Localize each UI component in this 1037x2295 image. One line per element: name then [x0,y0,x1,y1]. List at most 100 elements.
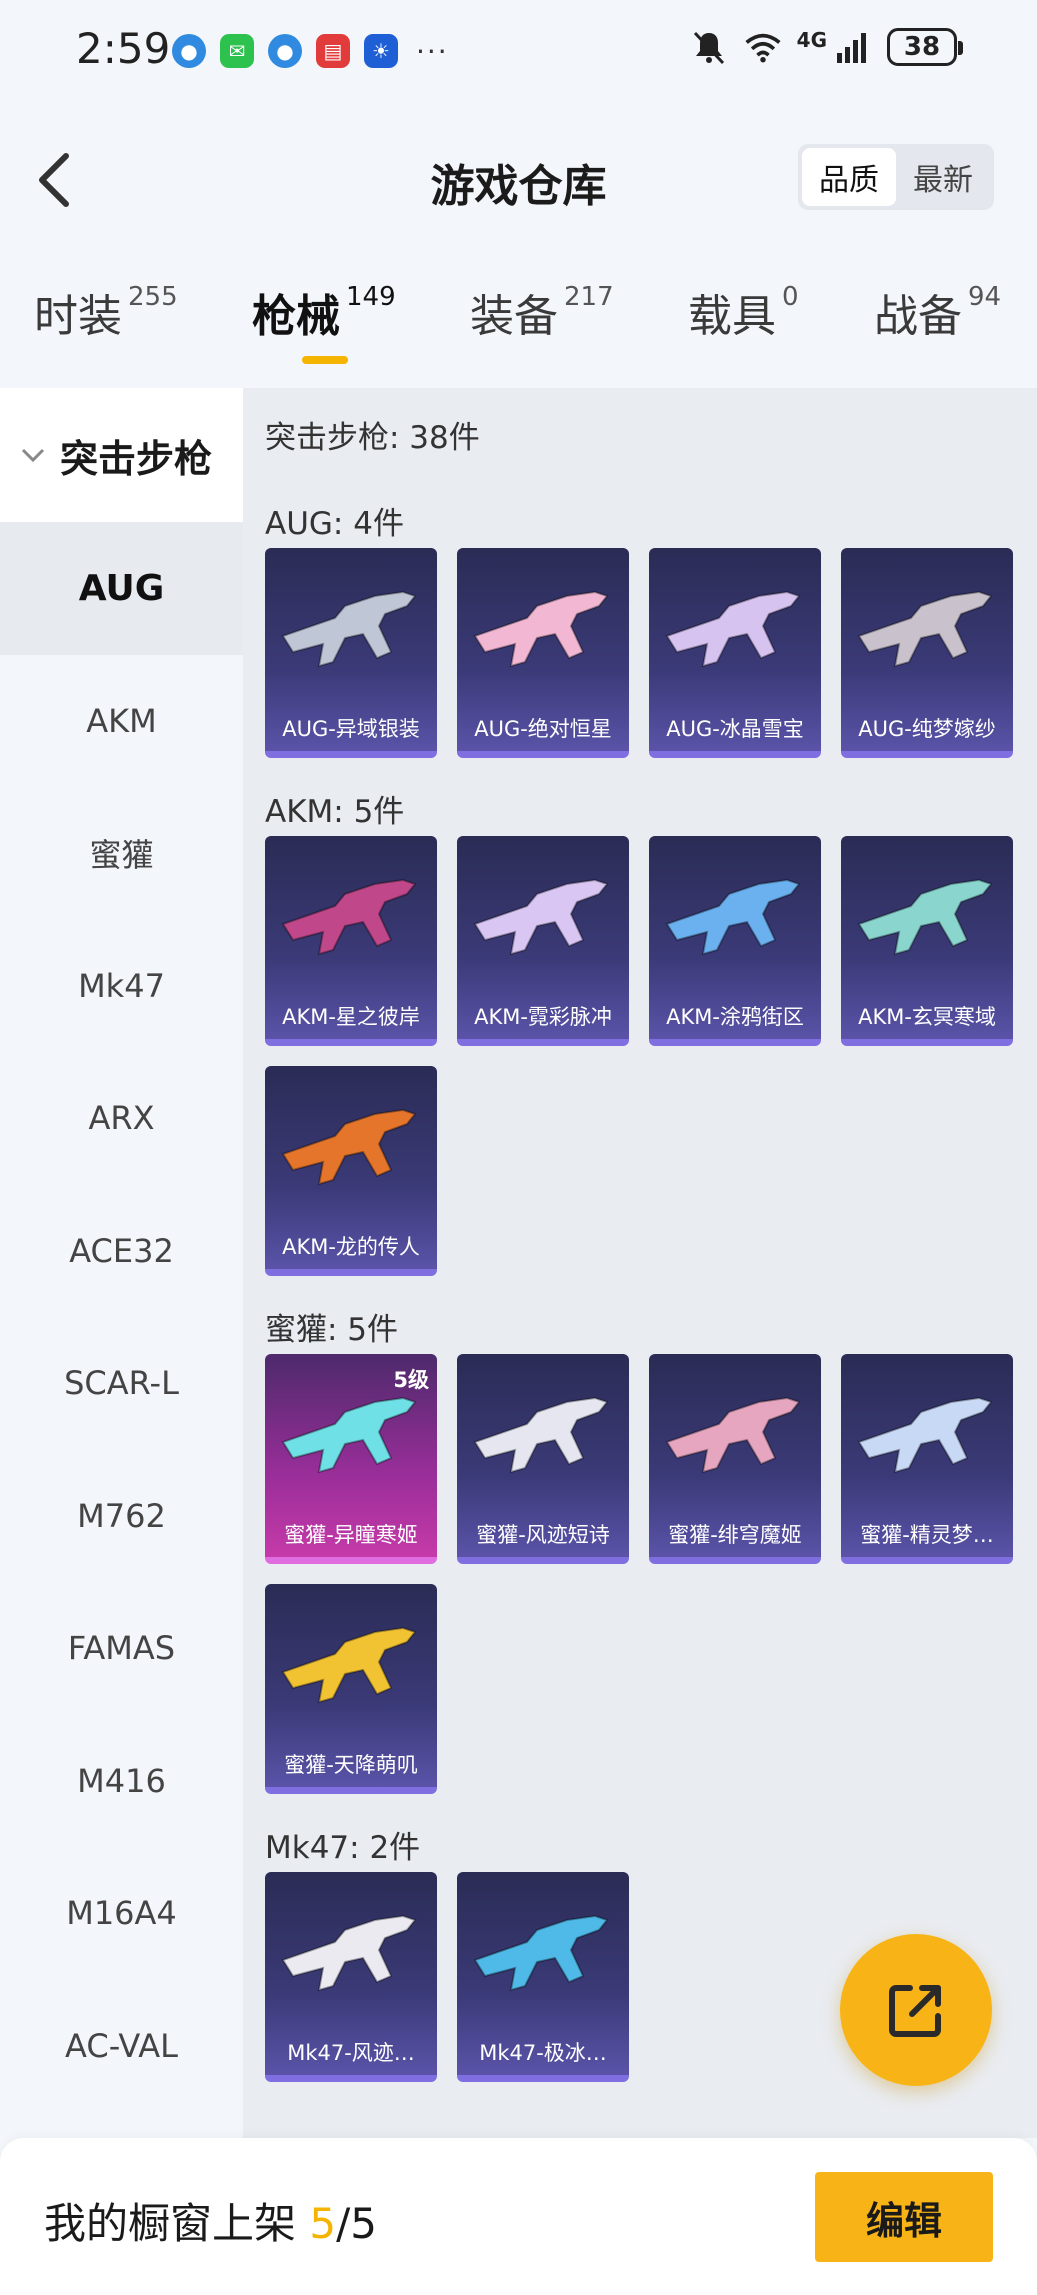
weapon-skin-card[interactable]: Mk47-风迹… [265,1872,437,2082]
active-tab-indicator [302,356,348,364]
browser-icon: ● [172,34,206,68]
weapon-skin-card[interactable]: AUG-异域银装 [265,548,437,758]
group-heading: 蜜獾: 5件 [265,1312,399,1348]
rifle-icon [473,1914,609,1992]
weapon-skin-card[interactable]: AKM-涂鸦街区 [649,836,821,1046]
weapon-sidebar: 突击步枪 AUG AKM 蜜獾 Mk47 ARX ACE32 SCAR-L M7… [0,388,243,2138]
category-total: 突击步枪: 38件 [265,420,480,456]
weapon-skin-card[interactable]: Mk47-极冰… [457,1872,629,2082]
rifle-icon [665,1396,801,1474]
sidebar-item-m762[interactable]: M762 [0,1450,243,1583]
tab-vehicles[interactable]: 载具 0 [688,280,799,370]
weapon-content: 突击步枪: 38件 AUG: 4件 AUG-异域银装 AUG-绝对恒星 AUG-冰晶雪… [243,388,1037,2138]
item-grid: 5级 蜜獾-异瞳寒姬 蜜獾-风迹短诗 蜜獾-绯穹魔姬 蜜獾-精灵梦… 蜜獾-天降萌叽 [265,1354,1037,1794]
skin-name: AUG-纯梦嫁纱 [858,717,996,741]
sidebar-item-ace32[interactable]: ACE32 [0,1185,243,1318]
edit-button[interactable]: 编辑 [815,2172,993,2262]
rifle-icon [473,590,609,668]
signal-icon [837,33,866,63]
skin-name: AUG-冰晶雪宝 [666,717,804,741]
weapon-skin-card[interactable]: AKM-星之彼岸 [265,836,437,1046]
sort-toggle: 品质 最新 [798,144,994,210]
rifle-icon [281,1914,417,1992]
share-fab-button[interactable] [840,1934,992,2086]
level-badge: 5级 [393,1368,429,1392]
sidebar-item-ac-val[interactable]: AC-VAL [0,1980,243,2113]
tab-label: 时装 [34,291,122,342]
page-header: 游戏仓库 品质 最新 [0,130,1037,230]
showcase-status: 我的橱窗上架 5/5 [44,2190,377,2251]
skin-name: AUG-绝对恒星 [474,717,612,741]
tab-label: 战备 [874,291,962,342]
skin-name: AKM-涂鸦街区 [666,1005,804,1029]
sidebar-item-m416[interactable]: M416 [0,1715,243,1848]
group-heading: AUG: 4件 [265,506,404,542]
sidebar-item-m16a4[interactable]: M16A4 [0,1847,243,1980]
battery-indicator: 38 [887,28,963,66]
sidebar-item-honey-badger[interactable]: 蜜獾 [0,787,243,920]
tab-label: 装备 [470,291,558,342]
network-type: 4G [796,28,827,52]
skin-name: AKM-霓彩脉冲 [474,1005,612,1029]
group-heading: AKM: 5件 [265,794,405,830]
sidebar-item-arx[interactable]: ARX [0,1052,243,1185]
chevron-down-icon [21,448,45,463]
showcase-current-count: 5 [309,2199,337,2248]
system-status-icons: 4G 38 [689,28,963,66]
sort-option-quality[interactable]: 品质 [802,148,896,206]
weapon-skin-card[interactable]: 蜜獾-精灵梦… [841,1354,1013,1564]
tab-count: 94 [968,282,1002,312]
category-tabs: 时装 255 枪械 149 装备 217 载具 0 战备 94 [0,280,1037,380]
tab-equipment[interactable]: 装备 217 [470,280,614,370]
skin-name: 蜜獾-精灵梦… [860,1523,994,1547]
skin-name: 蜜獾-绯穹魔姬 [668,1523,802,1547]
skin-name: Mk47-极冰… [479,2041,607,2065]
rifle-icon [281,1108,417,1186]
tab-count: 0 [782,282,799,312]
notification-icons: ● ✉ ● ▤ ☀ ··· [172,34,449,68]
group-heading: Mk47: 2件 [265,1830,421,1866]
showcase-label: 我的橱窗上架 [44,2199,310,2248]
skin-name: Mk47-风迹… [287,2041,415,2065]
weapon-skin-card[interactable]: AUG-冰晶雪宝 [649,548,821,758]
tab-label: 枪械 [252,291,340,342]
sidebar-group-label: 突击步枪 [60,436,213,481]
rifle-icon [281,1626,417,1704]
tab-count: 217 [564,282,614,312]
sidebar-item-aug[interactable]: AUG [0,522,243,655]
sidebar-item-famas[interactable]: FAMAS [0,1582,243,1715]
item-grid: AKM-星之彼岸 AKM-霓彩脉冲 AKM-涂鸦街区 AKM-玄冥寒域 AKM-龙的传人 [265,836,1037,1276]
skin-name: 蜜獾-风迹短诗 [476,1523,610,1547]
sidebar-item-scar-l[interactable]: SCAR-L [0,1317,243,1450]
wechat-icon: ✉ [220,34,254,68]
weapon-skin-card[interactable]: 5级蜜獾-异瞳寒姬 [265,1354,437,1564]
tab-fashion[interactable]: 时装 255 [34,280,178,370]
rifle-icon [857,878,993,956]
weapon-skin-card[interactable]: AUG-纯梦嫁纱 [841,548,1013,758]
rifle-icon [857,1396,993,1474]
sidebar-item-akm[interactable]: AKM [0,655,243,788]
wifi-icon [745,33,781,63]
weapon-skin-card[interactable]: 蜜獾-风迹短诗 [457,1354,629,1564]
skin-name: AKM-星之彼岸 [282,1005,420,1029]
weapon-skin-card[interactable]: AKM-玄冥寒域 [841,836,1013,1046]
tab-count: 149 [346,282,396,312]
weapon-skin-card[interactable]: AKM-龙的传人 [265,1066,437,1276]
external-link-icon [889,1985,941,2037]
weapon-skin-card[interactable]: AUG-绝对恒星 [457,548,629,758]
showcase-total: /5 [336,2199,377,2248]
status-time: 2:59 [76,24,171,73]
sort-option-newest[interactable]: 最新 [896,148,990,206]
weapon-skin-card[interactable]: 蜜獾-天降萌叽 [265,1584,437,1794]
mute-bell-icon [693,31,724,65]
sidebar-group-assault-rifles[interactable]: 突击步枪 [0,388,243,522]
skin-name: 蜜獾-异瞳寒姬 [284,1523,418,1547]
rifle-icon [665,590,801,668]
tab-gear[interactable]: 战备 94 [874,280,1001,370]
rifle-icon [473,1396,609,1474]
sidebar-item-mk47[interactable]: Mk47 [0,920,243,1053]
rifle-icon [665,878,801,956]
tab-label: 载具 [688,291,776,342]
weapon-skin-card[interactable]: AKM-霓彩脉冲 [457,836,629,1046]
weapon-skin-card[interactable]: 蜜獾-绯穹魔姬 [649,1354,821,1564]
